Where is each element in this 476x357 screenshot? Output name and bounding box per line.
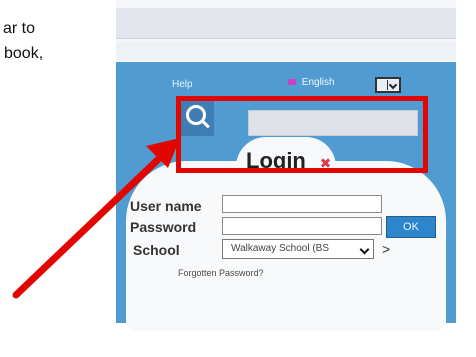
top-bar: Help English (116, 74, 456, 96)
login-app: Help English Login User name Password Sc… (116, 62, 456, 331)
help-link[interactable]: Help (172, 79, 193, 90)
language-dropdown[interactable] (375, 77, 401, 93)
chevron-down-icon (387, 80, 398, 90)
school-value: Walkaway School (BS (231, 243, 329, 254)
language-icon (288, 79, 296, 86)
password-label: Password (130, 219, 197, 235)
language-picker[interactable]: English (288, 77, 335, 88)
language-label: English (301, 77, 335, 88)
browser-tabstrip (116, 42, 456, 60)
document-text-line: ar to (3, 20, 36, 37)
school-select[interactable]: Walkaway School (BS (222, 239, 374, 259)
browser-toolbar (116, 8, 456, 39)
ok-button[interactable]: OK (386, 216, 436, 238)
document-text-line: book, (4, 45, 44, 62)
forgot-password-link[interactable]: Forgotten Password? (178, 268, 264, 278)
username-label: User name (130, 198, 202, 214)
school-next-button[interactable]: > (382, 241, 390, 257)
password-field[interactable] (222, 217, 382, 235)
username-field[interactable] (222, 195, 382, 213)
highlight-box (176, 96, 428, 173)
chevron-down-icon (359, 244, 370, 255)
screenshot-panel: Help English Login User name Password Sc… (116, 0, 456, 331)
school-label: School (133, 242, 180, 258)
